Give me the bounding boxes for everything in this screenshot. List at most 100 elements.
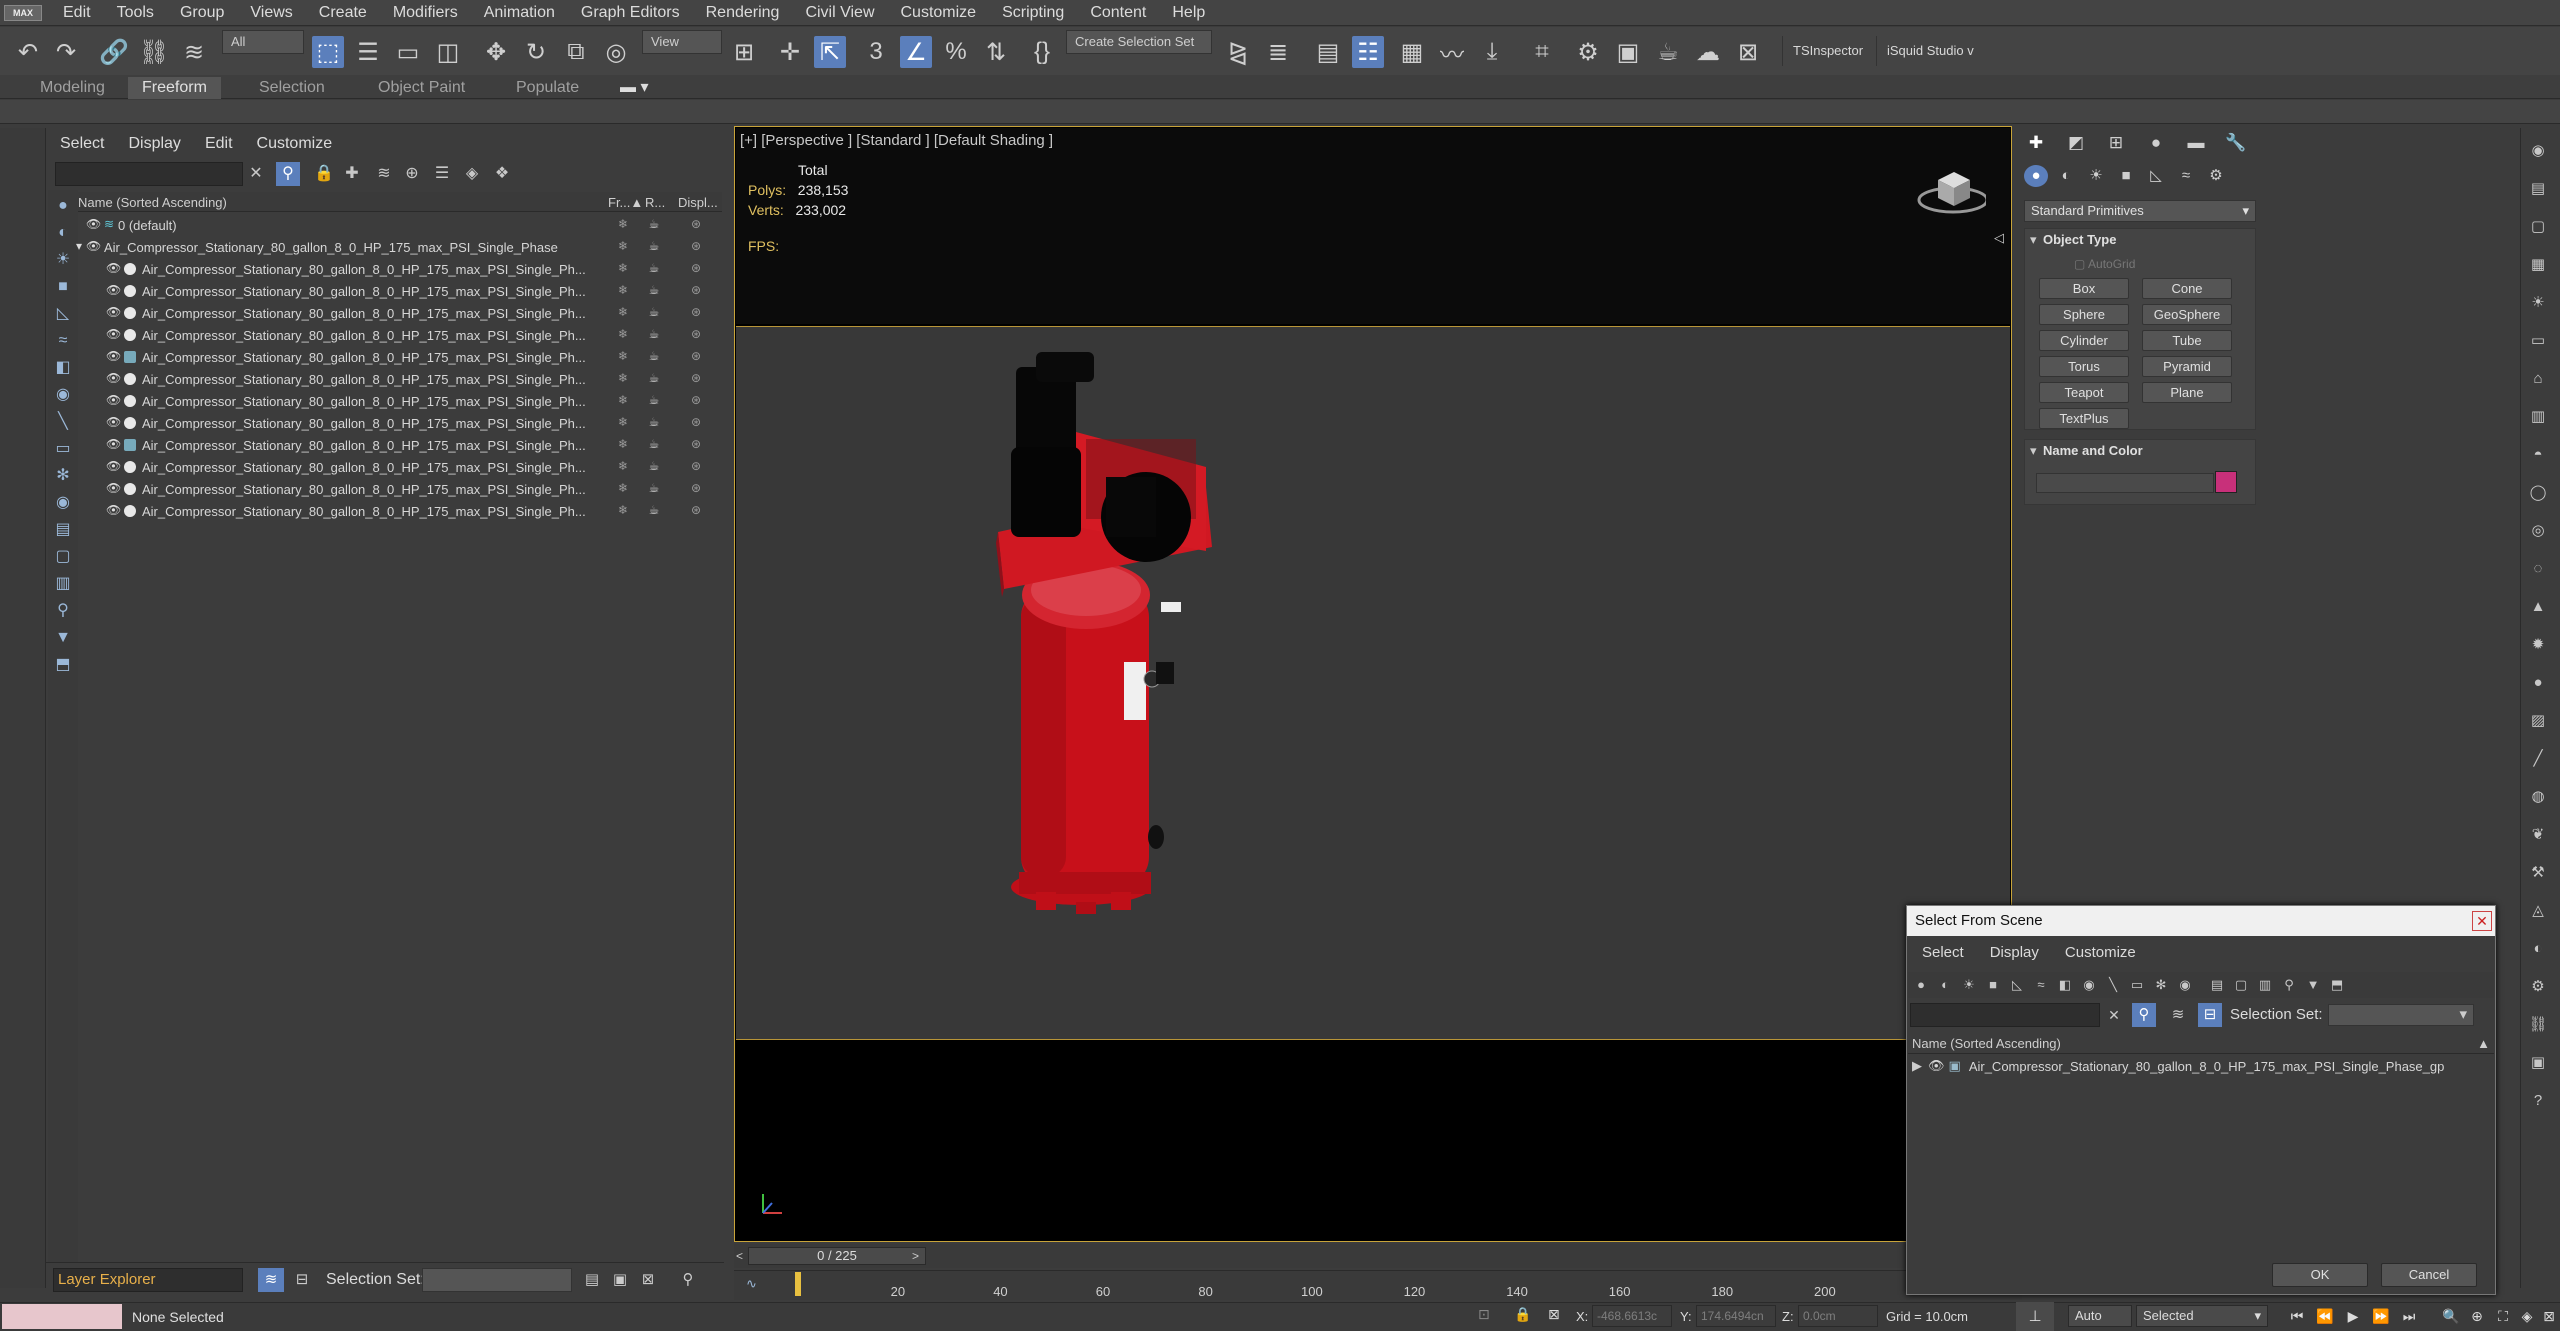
selection-lock-icon[interactable]: 🔒 bbox=[1514, 1306, 1531, 1323]
display-box-icon[interactable]: ⊛ bbox=[688, 261, 704, 275]
column-display[interactable]: Displ... bbox=[678, 195, 718, 210]
filter-toggle-icon[interactable]: ⚲ bbox=[52, 600, 74, 622]
se-menu-select[interactable]: Select bbox=[60, 135, 104, 153]
freeze-icon[interactable]: ❄ bbox=[615, 349, 631, 363]
layer-hierarchy-icon[interactable]: ☰ bbox=[430, 162, 454, 186]
viewport-render-area[interactable] bbox=[736, 326, 2010, 1040]
rig-icon[interactable]: ⚙ bbox=[2527, 976, 2549, 998]
align-icon[interactable]: ≣ bbox=[1262, 36, 1294, 68]
motion-tab-icon[interactable]: ● bbox=[2144, 132, 2168, 154]
display-groups-icon[interactable]: ◧ bbox=[52, 357, 74, 379]
menu-rendering[interactable]: Rendering bbox=[693, 4, 793, 22]
teapot-button[interactable]: Teapot bbox=[2039, 382, 2129, 403]
link-icon[interactable]: 🔗 bbox=[98, 36, 130, 68]
table-row[interactable]: 👁 Air_Compressor_Stationary_80_gallon_8_0… bbox=[78, 346, 722, 368]
table-row[interactable]: 👁 Air_Compressor_Stationary_80_gallon_8_0… bbox=[78, 368, 722, 390]
dialog-search-input[interactable] bbox=[1910, 1003, 2100, 1027]
zoom-icon[interactable]: 🔍 bbox=[2440, 1305, 2462, 1327]
renderable-icon[interactable]: ☕ bbox=[646, 239, 662, 253]
plane-button[interactable]: Plane bbox=[2142, 382, 2232, 403]
cone-button[interactable]: Cone bbox=[2142, 278, 2232, 299]
key-filter-dropdown[interactable]: Selected ▾ bbox=[2136, 1305, 2268, 1327]
ok-button[interactable]: OK bbox=[2272, 1263, 2368, 1287]
table-row[interactable]: 👁 Air_Compressor_Stationary_80_gallon_8_0… bbox=[78, 390, 722, 412]
scene-explorer-search-input[interactable] bbox=[55, 162, 243, 186]
reference-coord-dropdown[interactable]: View bbox=[642, 30, 722, 54]
freeze-icon[interactable]: ❄ bbox=[615, 393, 631, 407]
material-editor-icon[interactable]: ⤓ bbox=[1476, 36, 1508, 68]
sphere-icon[interactable]: ◯ bbox=[2527, 482, 2549, 504]
menu-customize[interactable]: Customize bbox=[888, 4, 990, 22]
move-icon[interactable]: ✥ bbox=[480, 36, 512, 68]
table-row[interactable]: 👁 Air_Compressor_Stationary_80_gallon_8_0… bbox=[78, 412, 722, 434]
table-row[interactable]: 👁 Air_Compressor_Stationary_80_gallon_8_0… bbox=[78, 258, 722, 280]
modify-tab-icon[interactable]: ◩ bbox=[2064, 132, 2088, 154]
angle-snap-icon[interactable]: ∠ bbox=[900, 36, 932, 68]
menu-animation[interactable]: Animation bbox=[471, 4, 568, 22]
display-helpers-icon[interactable]: ◺ bbox=[52, 303, 74, 325]
cone-icon[interactable]: ▲ bbox=[2527, 596, 2549, 618]
maximize-viewport-icon[interactable]: ⊠ bbox=[2538, 1305, 2560, 1327]
viewport-label-menu[interactable]: [+] [Perspective ] [Standard ] [Default … bbox=[740, 132, 1053, 149]
renderable-icon[interactable]: ☕ bbox=[646, 371, 662, 385]
shapes-category-icon[interactable]: ◐ bbox=[2054, 165, 2078, 187]
selection-filter-dropdown[interactable]: All bbox=[222, 30, 304, 54]
freeze-icon[interactable]: ❄ bbox=[615, 327, 631, 341]
link-icon[interactable]: ⛓ bbox=[2527, 1014, 2549, 1036]
filter-funnel-icon[interactable]: ▼ bbox=[2304, 976, 2322, 994]
table-row[interactable]: 👁 Air_Compressor_Stationary_80_gallon_8_0… bbox=[78, 478, 722, 500]
display-box-icon[interactable]: ⊛ bbox=[688, 481, 704, 495]
help-icon[interactable]: ? bbox=[2527, 1090, 2549, 1112]
pyramid-button[interactable]: Pyramid bbox=[2142, 356, 2232, 377]
filter-shapes-icon[interactable]: ◐ bbox=[1936, 976, 1954, 994]
freeze-icon[interactable]: ❄ bbox=[615, 261, 631, 275]
renderable-icon[interactable]: ☕ bbox=[646, 393, 662, 407]
cancel-button[interactable]: Cancel bbox=[2381, 1263, 2477, 1287]
display-lights-icon[interactable]: ☀ bbox=[52, 249, 74, 271]
unlink-icon[interactable]: ⛓ bbox=[138, 36, 170, 68]
sphere-icon[interactable]: ◐ bbox=[2527, 938, 2549, 960]
eye-icon[interactable]: 👁 bbox=[106, 481, 121, 495]
eye-icon[interactable]: 👁 bbox=[86, 217, 101, 231]
redo-icon[interactable]: ↷ bbox=[50, 36, 82, 68]
dialog-selection-set-dropdown[interactable]: ▾ bbox=[2328, 1004, 2474, 1026]
edit-named-selection-icon[interactable]: {} bbox=[1026, 36, 1058, 68]
material-icon[interactable]: ◓ bbox=[2527, 444, 2549, 466]
curve-editor-mini-icon[interactable]: ∿ bbox=[746, 1276, 757, 1292]
freeze-icon[interactable]: ❄ bbox=[615, 239, 631, 253]
display-frozen-icon[interactable]: ◉ bbox=[52, 492, 74, 514]
set-key-icon[interactable]: ⊥ bbox=[2016, 1302, 2054, 1331]
filter-funnel-icon[interactable]: ▼ bbox=[52, 627, 74, 649]
selection-set-edit-icon[interactable]: ▤ bbox=[580, 1268, 604, 1292]
filter-xrefs-icon[interactable]: ◉ bbox=[2080, 976, 2098, 994]
filter-filter-icon[interactable]: ⚲ bbox=[2280, 976, 2298, 994]
renderable-icon[interactable]: ☕ bbox=[646, 481, 662, 495]
filter-all-icon[interactable]: ▤ bbox=[2208, 976, 2226, 994]
freeze-icon[interactable]: ❄ bbox=[615, 283, 631, 297]
object-name-input[interactable] bbox=[2036, 473, 2214, 493]
menu-graph-editors[interactable]: Graph Editors bbox=[568, 4, 693, 22]
isquid-studio-button[interactable]: iSquid Studio v bbox=[1876, 36, 1984, 66]
add-to-layer-icon[interactable]: ⊕ bbox=[400, 162, 424, 186]
filter-geometry-icon[interactable]: ● bbox=[1912, 976, 1930, 994]
geometry-category-icon[interactable]: ● bbox=[2024, 165, 2048, 187]
display-box-icon[interactable]: ⊛ bbox=[688, 349, 704, 363]
eye-icon[interactable]: 👁 bbox=[106, 503, 121, 517]
sun-icon[interactable]: ✹ bbox=[2527, 634, 2549, 656]
layer-stack-icon[interactable]: ≋ bbox=[2166, 1003, 2190, 1027]
renderable-icon[interactable]: ☕ bbox=[646, 503, 662, 517]
menu-help[interactable]: Help bbox=[1159, 4, 1218, 22]
water-icon[interactable]: ◬ bbox=[2527, 900, 2549, 922]
select-object-icon[interactable]: ⬚ bbox=[312, 36, 344, 68]
object-type-title[interactable]: Object Type bbox=[2025, 229, 2255, 251]
time-prev-icon[interactable]: < bbox=[736, 1249, 743, 1263]
highlight-layer-icon[interactable]: ◈ bbox=[460, 162, 484, 186]
eye-icon[interactable]: 👁 bbox=[106, 283, 121, 297]
dialog-menu-select[interactable]: Select bbox=[1922, 944, 1964, 961]
torus-icon[interactable]: ◌ bbox=[2527, 558, 2549, 580]
display-containers-icon[interactable]: ▭ bbox=[52, 438, 74, 460]
layer-mode-icon[interactable]: ≋ bbox=[258, 1268, 284, 1292]
hierarchy-icon[interactable]: ⊟ bbox=[2198, 1003, 2222, 1027]
close-icon[interactable]: ✕ bbox=[2472, 911, 2492, 931]
tab-selection[interactable]: Selection bbox=[245, 77, 339, 99]
